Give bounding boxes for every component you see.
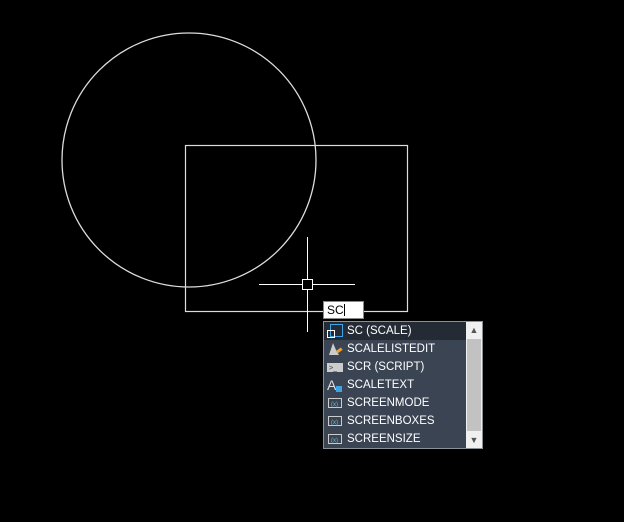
autocomplete-item-screensize[interactable]: (x) SCREENSIZE — [324, 430, 466, 448]
script-icon: >_ — [327, 360, 343, 374]
circle-entity[interactable] — [61, 32, 317, 288]
system-variable-icon: (x) — [327, 396, 343, 410]
svg-text:(x): (x) — [331, 420, 338, 426]
autocomplete-item-scaletext[interactable]: A SCALETEXT — [324, 376, 466, 394]
item-label: SCALETEXT — [347, 379, 415, 391]
command-input-value: SC — [327, 303, 344, 317]
item-label: SCREENMODE — [347, 397, 430, 409]
scrollbar[interactable]: ▲ ▼ — [466, 322, 482, 448]
scroll-up-icon[interactable]: ▲ — [466, 322, 482, 338]
autocomplete-item-screenboxes[interactable]: (x) SCREENBOXES — [324, 412, 466, 430]
autocomplete-item-scalelistedit[interactable]: SCALELISTEDIT — [324, 340, 466, 358]
text-caret — [343, 304, 345, 316]
system-variable-icon: (x) — [327, 432, 343, 446]
system-variable-icon: (x) — [327, 414, 343, 428]
autocomplete-item-script[interactable]: >_ SCR (SCRIPT) — [324, 358, 466, 376]
svg-text:(x): (x) — [331, 402, 338, 408]
autocomplete-item-scale[interactable]: SC (SCALE) — [324, 322, 466, 340]
svg-text:>_: >_ — [329, 365, 337, 372]
item-label: SCR (SCRIPT) — [347, 361, 425, 373]
autocomplete-list[interactable]: SC (SCALE) SCALELISTEDIT >_ SCR (SCRIPT)… — [323, 321, 483, 449]
scale-icon — [327, 324, 343, 338]
scroll-down-icon[interactable]: ▼ — [466, 432, 482, 448]
item-label: SCREENBOXES — [347, 415, 435, 427]
item-label: SCREENSIZE — [347, 433, 421, 445]
scaletext-icon: A — [327, 378, 343, 392]
svg-text:A: A — [327, 378, 337, 392]
scrollbar-thumb[interactable] — [467, 339, 481, 431]
drawing-canvas[interactable] — [0, 0, 624, 522]
autocomplete-item-screenmode[interactable]: (x) SCREENMODE — [324, 394, 466, 412]
svg-text:(x): (x) — [331, 438, 338, 444]
command-input[interactable]: SC — [323, 301, 364, 319]
item-label: SCALELISTEDIT — [347, 343, 436, 355]
scale-list-edit-icon — [327, 342, 343, 356]
item-label: SC (SCALE) — [347, 325, 412, 337]
